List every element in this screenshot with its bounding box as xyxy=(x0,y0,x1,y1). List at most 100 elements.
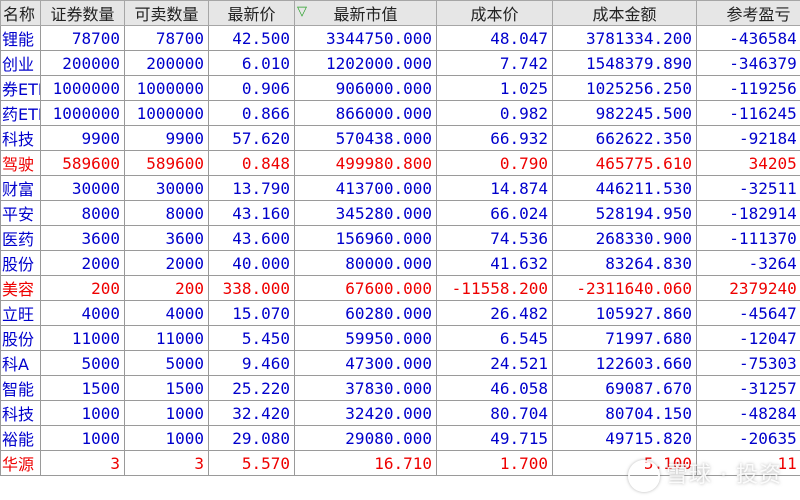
table-row[interactable]: 股份 11000 11000 5.450 59950.000 6.545 71997.680… xyxy=(0,325,800,351)
cell-pnl: -346379.8 xyxy=(696,50,800,76)
cell-name: 医药 xyxy=(0,225,41,251)
cell-cost-amount: 105927.860 xyxy=(552,300,697,326)
table-row[interactable]: 裕能 1000 1000 29.080 29080.000 49.715 49715.820… xyxy=(0,425,800,451)
header-qty[interactable]: 证券数量 xyxy=(40,0,125,26)
cell-sellable: 3600 xyxy=(124,225,209,251)
cell-name: 券ETF xyxy=(0,75,41,101)
cell-price: 5.570 xyxy=(208,450,295,476)
cell-cost-amount: 80704.150 xyxy=(552,400,697,426)
table-row[interactable]: 驾驶 589600 589600 0.848 499980.800 0.790 465775… xyxy=(0,150,800,176)
table-row[interactable]: 券ETF100000010000000.906906000.0001.02510… xyxy=(0,75,800,101)
cell-sellable: 78700 xyxy=(124,25,209,51)
cell-cost-amount: 122603.660 xyxy=(552,350,697,376)
cell-qty: 200000 xyxy=(40,50,125,76)
cell-price: 29.080 xyxy=(208,425,295,451)
table-row[interactable]: 创业 200000 200000 6.010 1202000.000 7.742 15483… xyxy=(0,50,800,76)
cell-sellable: 1000000 xyxy=(124,100,209,126)
cell-market-value: 866000.000 xyxy=(294,100,437,126)
table-row[interactable]: 医药 3600 3600 43.600 156960.000 74.536 268330.9… xyxy=(0,225,800,251)
table-row[interactable]: 科技 9900 9900 57.620 570438.000 66.932 662622.3… xyxy=(0,125,800,151)
cell-market-value: 499980.800 xyxy=(294,150,437,176)
cell-cost-price: 24.521 xyxy=(436,350,553,376)
table-row[interactable]: 股份 2000 2000 40.000 80000.000 41.632 83264.830… xyxy=(0,250,800,276)
cell-price: 43.600 xyxy=(208,225,295,251)
cell-qty: 1000000 xyxy=(40,75,125,101)
cell-price: 13.790 xyxy=(208,175,295,201)
cell-sellable: 4000 xyxy=(124,300,209,326)
header-market-value[interactable]: ▽ 最新市值 xyxy=(294,0,437,26)
cell-sellable: 11000 xyxy=(124,325,209,351)
cell-market-value: 67600.000 xyxy=(294,275,437,301)
cell-cost-price: 66.932 xyxy=(436,125,553,151)
cell-pnl: -436584.2 xyxy=(696,25,800,51)
cell-market-value: 906000.000 xyxy=(294,75,437,101)
cell-name: 驾驶 xyxy=(0,150,41,176)
cell-qty: 8000 xyxy=(40,200,125,226)
table-row[interactable]: 平安 8000 8000 43.160 345280.000 66.024 528194.9… xyxy=(0,200,800,226)
cell-name: 锂能 xyxy=(0,25,41,51)
cell-market-value: 37830.000 xyxy=(294,375,437,401)
cell-name: 科A xyxy=(0,350,41,376)
cell-cost-price: 46.058 xyxy=(436,375,553,401)
cell-price: 15.070 xyxy=(208,300,295,326)
cell-qty: 200 xyxy=(40,275,125,301)
cell-qty: 1000000 xyxy=(40,100,125,126)
cell-sellable: 5000 xyxy=(124,350,209,376)
cell-pnl: -182914.9 xyxy=(696,200,800,226)
holdings-grid: 名称 证券数量 可卖数量 最新价 ▽ 最新市值 成本价 成本金额 参考盈亏 锂能… xyxy=(0,0,800,500)
table-row[interactable]: 锂能 78700 78700 42.500 3344750.000 48.047 37813… xyxy=(0,25,800,51)
header-cost-price[interactable]: 成本价 xyxy=(436,0,553,26)
table-row[interactable]: 智能 1500 1500 25.220 37830.000 46.058 69087.670… xyxy=(0,375,800,401)
cell-qty: 5000 xyxy=(40,350,125,376)
cell-sellable: 2000 xyxy=(124,250,209,276)
cell-qty: 1000 xyxy=(40,400,125,426)
header-price[interactable]: 最新价 xyxy=(208,0,295,26)
cell-sellable: 589600 xyxy=(124,150,209,176)
cell-cost-amount: 982245.500 xyxy=(552,100,697,126)
cell-cost-price: 49.715 xyxy=(436,425,553,451)
cell-cost-price: 66.024 xyxy=(436,200,553,226)
table-row[interactable]: 药ETF100000010000000.866866000.0000.98298… xyxy=(0,100,800,126)
cell-cost-price: 7.742 xyxy=(436,50,553,76)
cell-qty: 1000 xyxy=(40,425,125,451)
cell-market-value: 80000.000 xyxy=(294,250,437,276)
cell-name: 财富 xyxy=(0,175,41,201)
cell-pnl: 34205.1 xyxy=(696,150,800,176)
cell-sellable: 3 xyxy=(124,450,209,476)
cell-cost-price: 48.047 xyxy=(436,25,553,51)
cell-qty: 4000 xyxy=(40,300,125,326)
table-row[interactable]: 立旺 4000 4000 15.070 60280.000 26.482 105927.86… xyxy=(0,300,800,326)
cell-qty: 3600 xyxy=(40,225,125,251)
header-pnl[interactable]: 参考盈亏 xyxy=(696,0,800,26)
cell-name: 创业 xyxy=(0,50,41,76)
table-row[interactable]: 财富 30000 30000 13.790 413700.000 14.874 446211… xyxy=(0,175,800,201)
header-row: 名称 证券数量 可卖数量 最新价 ▽ 最新市值 成本价 成本金额 参考盈亏 xyxy=(0,0,800,26)
header-cost-amount[interactable]: 成本金额 xyxy=(552,0,697,26)
header-sellable[interactable]: 可卖数量 xyxy=(124,0,209,26)
cell-market-value: 16.710 xyxy=(294,450,437,476)
cell-pnl: 2379240.0 xyxy=(696,275,800,301)
cell-pnl: -12047.6 xyxy=(696,325,800,351)
header-name[interactable]: 名称 xyxy=(0,0,41,26)
cell-market-value: 3344750.000 xyxy=(294,25,437,51)
cell-market-value: 345280.000 xyxy=(294,200,437,226)
cell-sellable: 200000 xyxy=(124,50,209,76)
cell-cost-amount: 268330.900 xyxy=(552,225,697,251)
table-row[interactable]: 科技 1000 1000 32.420 32420.000 80.704 80704.150… xyxy=(0,400,800,426)
cell-cost-price: 41.632 xyxy=(436,250,553,276)
table-row[interactable]: 美容 200 200 338.000 67600.000 -11558.200 -23116… xyxy=(0,275,800,301)
cell-market-value: 413700.000 xyxy=(294,175,437,201)
cell-pnl: -32511.5 xyxy=(696,175,800,201)
cell-cost-price: -11558.200 xyxy=(436,275,553,301)
cell-qty: 30000 xyxy=(40,175,125,201)
cell-cost-amount: 49715.820 xyxy=(552,425,697,451)
cell-cost-price: 6.545 xyxy=(436,325,553,351)
snowball-logo-icon xyxy=(628,460,661,492)
sort-desc-icon: ▽ xyxy=(297,4,307,19)
cell-name: 智能 xyxy=(0,375,41,401)
cell-price: 42.500 xyxy=(208,25,295,51)
cell-pnl: -111370.9 xyxy=(696,225,800,251)
cell-pnl: -119256.2 xyxy=(696,75,800,101)
cell-cost-amount: 446211.530 xyxy=(552,175,697,201)
table-row[interactable]: 科A 5000 5000 9.460 47300.000 24.521 122603.660… xyxy=(0,350,800,376)
